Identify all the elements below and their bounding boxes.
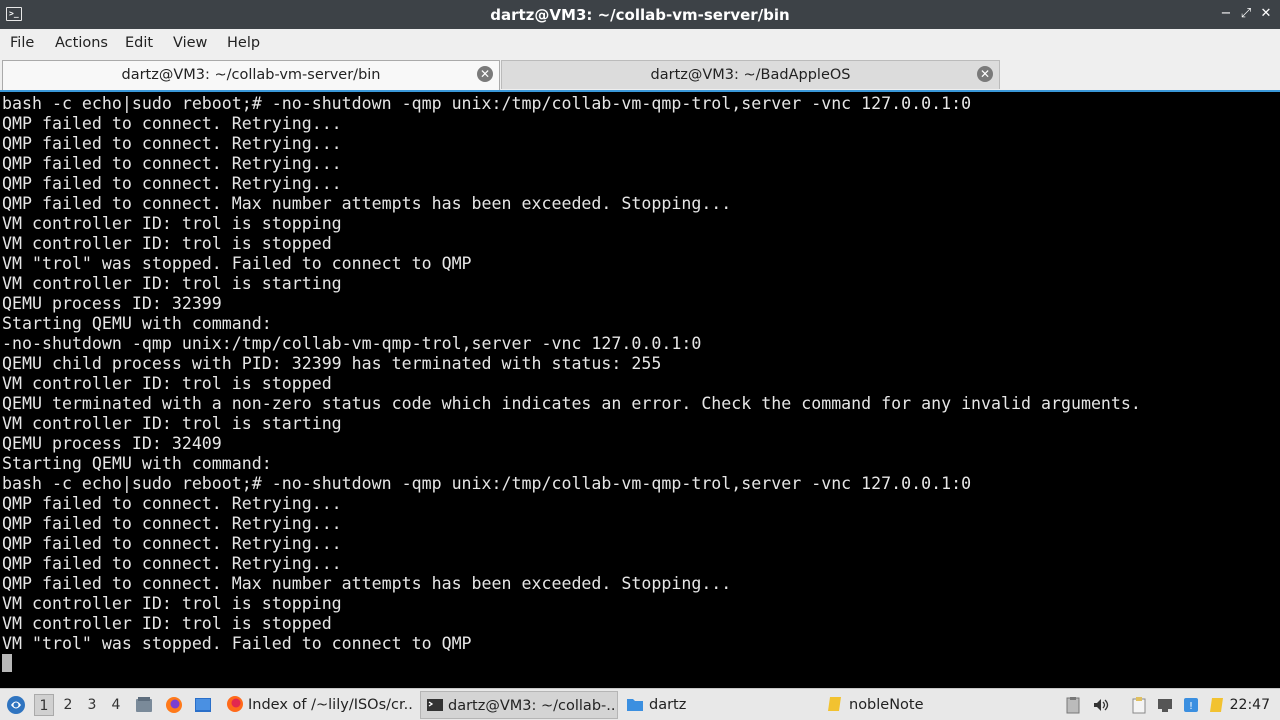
terminal-line: QEMU child process with PID: 32399 has t… <box>2 354 662 373</box>
menu-view[interactable]: View <box>173 34 207 52</box>
task-noblenote[interactable]: nobleNote <box>822 691 1018 719</box>
terminal-line: bash -c echo|sudo reboot;# -no-shutdown … <box>2 94 972 113</box>
terminal-line: VM controller ID: trol is starting <box>2 274 342 293</box>
menu-edit[interactable]: Edit <box>125 34 153 52</box>
minimize-icon[interactable]: − <box>1218 6 1234 22</box>
network-icon[interactable] <box>1156 696 1174 714</box>
terminal-line: QMP failed to connect. Retrying... <box>2 534 342 553</box>
terminal-line: VM "trol" was stopped. Failed to connect… <box>2 634 472 653</box>
workspace-3[interactable]: 3 <box>82 694 102 716</box>
window-title: dartz@VM3: ~/collab-vm-server/bin <box>490 6 790 24</box>
tab-badappleos[interactable]: dartz@VM3: ~/BadAppleOS ✕ <box>501 60 1000 89</box>
terminal-lines: bash -c echo|sudo reboot;# -no-shutdown … <box>2 94 1278 654</box>
terminal-line: QMP failed to connect. Retrying... <box>2 134 342 153</box>
terminal-line: QMP failed to connect. Retrying... <box>2 514 342 533</box>
close-tab-icon[interactable]: ✕ <box>477 66 493 82</box>
menu-help[interactable]: Help <box>227 34 260 52</box>
terminal-line: Starting QEMU with command: <box>2 454 272 473</box>
folder-icon <box>627 699 643 711</box>
task-label: nobleNote <box>849 697 924 713</box>
terminal-line: QMP failed to connect. Retrying... <box>2 114 342 133</box>
terminal-line: VM controller ID: trol is stopped <box>2 614 332 633</box>
clipboard-manager-icon[interactable] <box>1130 696 1148 714</box>
terminal-line: QEMU terminated with a non-zero status c… <box>2 394 1141 413</box>
note-icon <box>828 697 841 711</box>
terminal-line: QMP failed to connect. Max number attemp… <box>2 194 732 213</box>
task-label: Index of /~lily/ISOs/cr... <box>248 697 414 713</box>
menu-file[interactable]: File <box>10 34 34 52</box>
workspace-4[interactable]: 4 <box>106 694 126 716</box>
terminal-output[interactable]: bash -c echo|sudo reboot;# -no-shutdown … <box>0 90 1280 688</box>
terminal-line: VM controller ID: trol is stopping <box>2 594 342 613</box>
taskbar: 1 2 3 4 Index of /~lily/ISOs/cr... dartz… <box>0 688 1280 720</box>
updates-icon[interactable]: ! <box>1182 696 1200 714</box>
terminal-line: -no-shutdown -qmp unix:/tmp/collab-vm-qm… <box>2 334 702 353</box>
menu-actions[interactable]: Actions <box>55 34 108 52</box>
workspace-2[interactable]: 2 <box>58 694 78 716</box>
window-titlebar[interactable]: >_ dartz@VM3: ~/collab-vm-server/bin − ⤢… <box>0 0 1280 29</box>
terminal-cursor <box>2 654 12 672</box>
tab-bar: dartz@VM3: ~/collab-vm-server/bin ✕ dart… <box>0 58 1280 90</box>
terminal-line: VM "trol" was stopped. Failed to connect… <box>2 254 472 273</box>
terminal-line: Starting QEMU with command: <box>2 314 272 333</box>
menu-bar: File Actions Edit View Help <box>0 29 1280 58</box>
task-label: dartz <box>649 697 687 713</box>
svg-text:!: ! <box>1189 701 1193 712</box>
close-window-icon[interactable]: ✕ <box>1258 6 1274 22</box>
terminal-line: bash -c echo|sudo reboot;# -no-shutdown … <box>2 474 972 493</box>
task-folder[interactable]: dartz <box>622 691 818 719</box>
task-firefox[interactable]: Index of /~lily/ISOs/cr... <box>222 691 416 719</box>
firefox-icon <box>227 696 243 712</box>
clipboard-icon[interactable] <box>1064 696 1082 714</box>
terminal-line: VM controller ID: trol is stopping <box>2 214 342 233</box>
close-tab-icon[interactable]: ✕ <box>977 66 993 82</box>
terminal-icon <box>427 699 443 711</box>
tab-collab-vm-server[interactable]: dartz@VM3: ~/collab-vm-server/bin ✕ <box>2 60 500 90</box>
start-menu-icon[interactable] <box>6 695 26 715</box>
show-desktop-icon[interactable] <box>194 696 212 714</box>
notes-tray-icon[interactable] <box>1208 696 1226 714</box>
terminal-line: QMP failed to connect. Retrying... <box>2 494 342 513</box>
volume-icon[interactable] <box>1092 696 1110 714</box>
tab-label: dartz@VM3: ~/BadAppleOS <box>650 67 851 83</box>
terminal-line: VM controller ID: trol is starting <box>2 414 342 433</box>
terminal-line: QEMU process ID: 32399 <box>2 294 222 313</box>
terminal-line: QMP failed to connect. Retrying... <box>2 154 342 173</box>
clock[interactable]: 22:47 <box>1230 696 1270 714</box>
workspace-1[interactable]: 1 <box>34 694 54 716</box>
firefox-launcher-icon[interactable] <box>165 696 183 714</box>
task-label: dartz@VM3: ~/collab-... <box>448 698 616 714</box>
task-terminal[interactable]: dartz@VM3: ~/collab-... <box>420 691 618 719</box>
terminal-line: QMP failed to connect. Max number attemp… <box>2 574 732 593</box>
terminal-line: QEMU process ID: 32409 <box>2 434 222 453</box>
file-manager-launcher-icon[interactable] <box>135 696 153 714</box>
tab-label: dartz@VM3: ~/collab-vm-server/bin <box>121 67 381 83</box>
terminal-line: QMP failed to connect. Retrying... <box>2 554 342 573</box>
terminal-line: QMP failed to connect. Retrying... <box>2 174 342 193</box>
maximize-icon[interactable]: ⤢ <box>1238 6 1254 22</box>
terminal-line: VM controller ID: trol is stopped <box>2 374 332 393</box>
terminal-line: VM controller ID: trol is stopped <box>2 234 332 253</box>
